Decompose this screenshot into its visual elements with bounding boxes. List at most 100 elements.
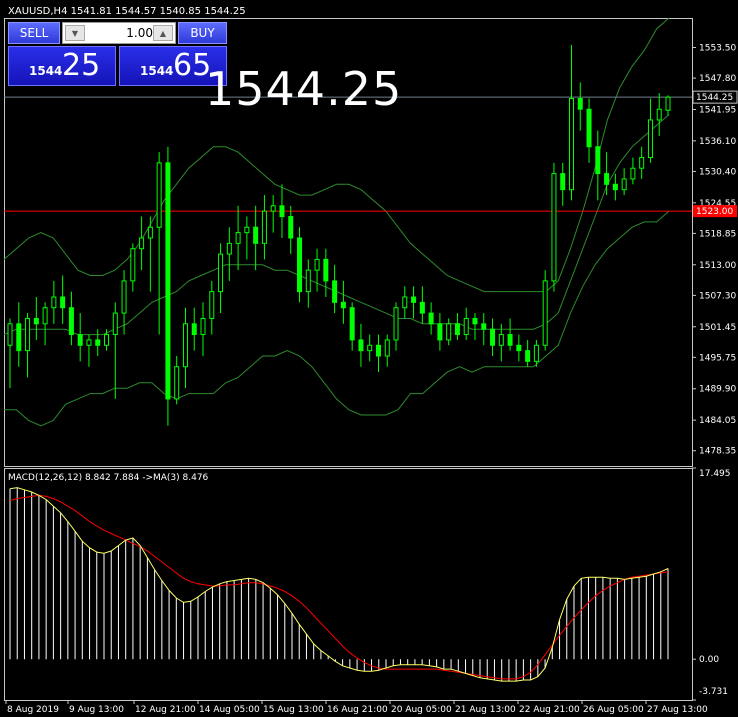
x-axis-tick-label: 9 Aug 13:00	[69, 705, 124, 715]
candle-body	[261, 210, 267, 244]
candle-body	[349, 307, 355, 341]
candle-body	[665, 96, 671, 111]
candle-body	[25, 317, 31, 352]
main-y-tick-label: 1541.95	[699, 105, 736, 115]
main-y-tick-label: 1518.85	[699, 229, 736, 239]
lot-size-input[interactable]	[85, 25, 153, 41]
candle-body	[218, 253, 224, 293]
candle-body	[551, 173, 557, 282]
candle-body	[647, 119, 653, 158]
x-axis-tick-label: 14 Aug 05:00	[199, 705, 260, 715]
main-y-tick-label: 1478.35	[699, 447, 736, 457]
candle-body	[542, 280, 548, 346]
alert-price-tag-label: 1523.00	[696, 207, 733, 217]
candle-body	[174, 366, 180, 400]
main-y-tick-label: 1501.45	[699, 323, 736, 333]
chart-header: XAUUSD,H4 1541.81 1544.57 1540.85 1544.2…	[8, 6, 246, 17]
candle-body	[490, 328, 496, 346]
main-y-tick-label: 1536.10	[699, 137, 736, 147]
candle-body	[200, 317, 206, 336]
one-click-trading-panel: SELL ▼ ▲ BUY 1544 25 1544 65	[8, 22, 227, 86]
candle-body	[533, 344, 539, 362]
main-y-tick-label: 1489.90	[699, 385, 736, 395]
candle-body	[226, 242, 232, 255]
candle-body	[525, 350, 531, 362]
candle-body	[375, 344, 381, 357]
macd-y-tick-label: 17.495	[699, 469, 731, 479]
candle-body	[402, 296, 408, 309]
macd-y-tick-label: -3.731	[699, 687, 728, 697]
candle-body	[156, 162, 162, 228]
candle-body	[384, 339, 390, 357]
candle-body	[191, 323, 197, 336]
x-axis-tick-label: 8 Aug 2019	[7, 705, 59, 715]
candle-body	[68, 307, 74, 336]
candle-body	[595, 146, 601, 175]
candle-body	[209, 291, 215, 319]
x-axis-tick-label: 27 Aug 13:00	[647, 705, 708, 715]
sell-price-prefix: 1544	[29, 64, 63, 78]
candle-body	[656, 108, 662, 121]
candle-body	[42, 307, 48, 325]
main-y-tick-label: 1553.50	[699, 44, 736, 54]
candle-body	[358, 339, 364, 352]
candle-body	[314, 258, 320, 271]
candle-body	[612, 183, 618, 191]
macd-title: MACD(12,26,12) 8.842 7.884 ->MA(3) 8.476	[8, 473, 209, 483]
main-y-tick-label: 1495.75	[699, 353, 736, 363]
candle-body	[270, 205, 276, 212]
candle-body	[60, 296, 66, 309]
lot-decrease-arrow-icon[interactable]: ▼	[65, 25, 85, 41]
candle-body	[604, 173, 610, 185]
candle-body	[463, 317, 469, 336]
candle-body	[411, 296, 417, 303]
bollinger-lower-line	[4, 210, 670, 427]
candle-body	[86, 339, 92, 346]
candle-body	[182, 323, 188, 368]
sell-button[interactable]: SELL	[8, 22, 60, 44]
macd-y-tick-label: 0.00	[699, 655, 719, 665]
macd-ma-line	[9, 487, 669, 682]
candle-body	[507, 334, 513, 346]
candle-body	[77, 334, 83, 346]
main-y-tick-label: 1513.00	[699, 261, 736, 271]
candle-body	[323, 258, 329, 282]
x-axis-tick-label: 16 Aug 21:00	[327, 705, 388, 715]
candle-body	[165, 162, 171, 400]
candle-body	[367, 344, 373, 352]
candle-body	[104, 334, 110, 346]
candle-body	[51, 296, 57, 309]
x-axis-tick-label: 22 Aug 21:00	[519, 705, 580, 715]
candle-body	[305, 269, 311, 293]
candle-body	[332, 280, 338, 303]
x-axis-tick-label: 20 Aug 05:00	[391, 705, 452, 715]
candle-body	[481, 323, 487, 330]
x-axis-tick-label: 15 Aug 13:00	[263, 705, 324, 715]
candle-body	[297, 237, 303, 293]
candle-body	[630, 167, 636, 180]
x-axis-tick-label: 21 Aug 13:00	[455, 705, 516, 715]
candle-body	[568, 97, 574, 191]
buy-price-prefix: 1544	[140, 64, 174, 78]
sell-price-box[interactable]: 1544 25	[8, 46, 116, 86]
candle-body	[121, 280, 127, 314]
x-axis-tick-label: 12 Aug 21:00	[135, 705, 196, 715]
candle-body	[244, 226, 250, 234]
candle-body	[288, 216, 294, 239]
x-axis-tick-label: 26 Aug 05:00	[583, 705, 644, 715]
buy-button[interactable]: BUY	[178, 22, 227, 44]
candle-body	[586, 108, 592, 148]
candle-body	[130, 248, 136, 282]
candle-body	[139, 237, 145, 250]
candle-body	[393, 307, 399, 341]
candle-body	[112, 312, 118, 336]
candle-body	[498, 334, 504, 346]
lot-size-control: ▼ ▲	[62, 22, 176, 44]
lot-increase-arrow-icon[interactable]: ▲	[153, 25, 173, 41]
candle-body	[428, 312, 434, 325]
main-y-tick-label: 1484.05	[699, 416, 736, 426]
candle-body	[95, 339, 101, 346]
candle-body	[16, 323, 22, 352]
candle-body	[454, 323, 460, 336]
candle-body	[516, 344, 522, 352]
